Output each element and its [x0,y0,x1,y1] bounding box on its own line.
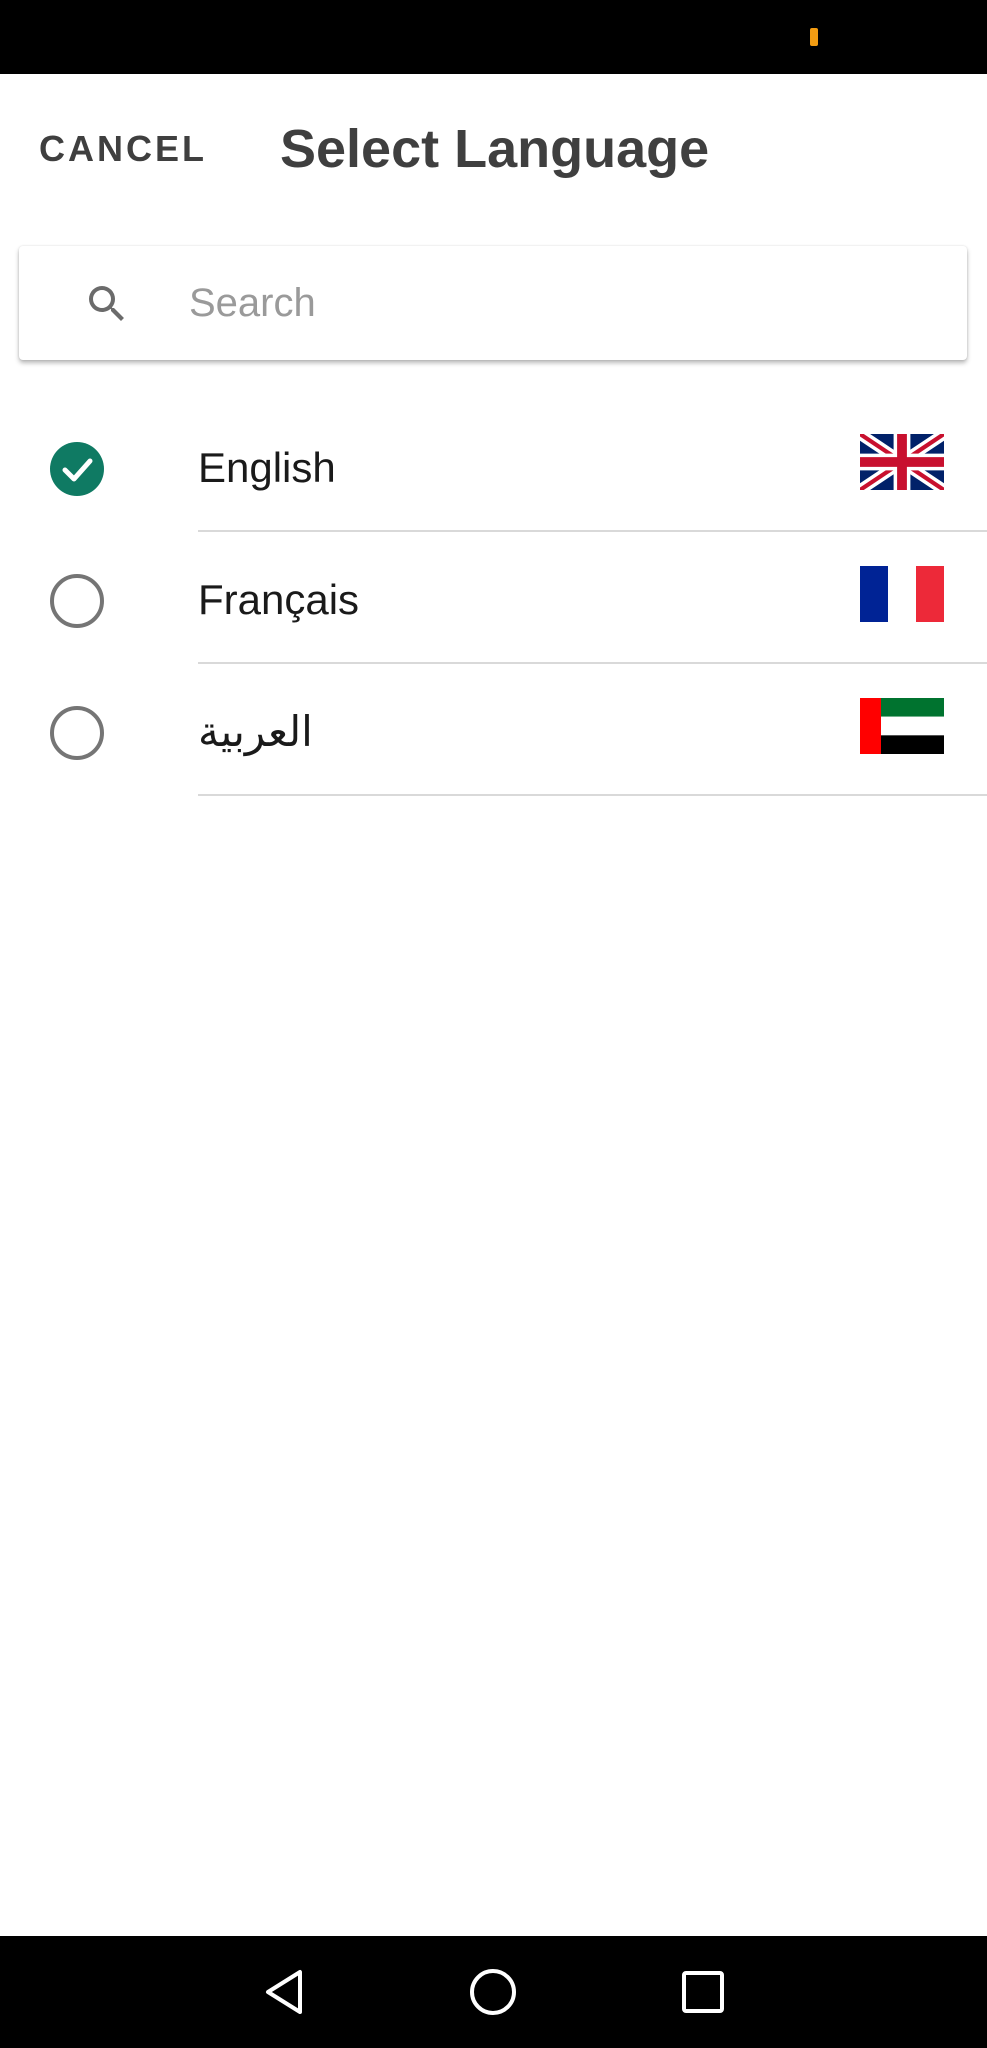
language-label: العربية [198,708,313,755]
search-input[interactable] [189,273,929,333]
screen: CANCEL Select Language English [0,0,987,2048]
checkmark-icon [62,458,93,482]
uk-flag-icon [860,434,944,490]
divider [198,794,987,796]
status-indicator-icon [810,28,818,46]
back-icon[interactable] [258,1964,314,2020]
cancel-button[interactable]: CANCEL [39,124,207,174]
radio-unchecked-icon[interactable] [50,706,104,760]
home-icon[interactable] [465,1964,521,2020]
language-item-arabic[interactable]: العربية [0,664,987,796]
radio-checked-icon[interactable] [50,442,104,496]
language-item-english[interactable]: English [0,400,987,532]
search-bar[interactable] [19,246,967,360]
language-label: English [198,444,336,491]
france-flag-icon [860,566,944,622]
language-list: English Français العربية [0,400,987,796]
language-item-francais[interactable]: Français [0,532,987,664]
header: CANCEL Select Language [0,74,987,234]
search-icon [89,286,124,321]
navigation-bar [0,1936,987,2048]
page-title: Select Language [280,119,710,179]
radio-unchecked-icon[interactable] [50,574,104,628]
status-bar [0,0,987,74]
language-label: Français [198,576,360,623]
recents-icon[interactable] [675,1964,731,2020]
uae-flag-icon [860,698,944,754]
